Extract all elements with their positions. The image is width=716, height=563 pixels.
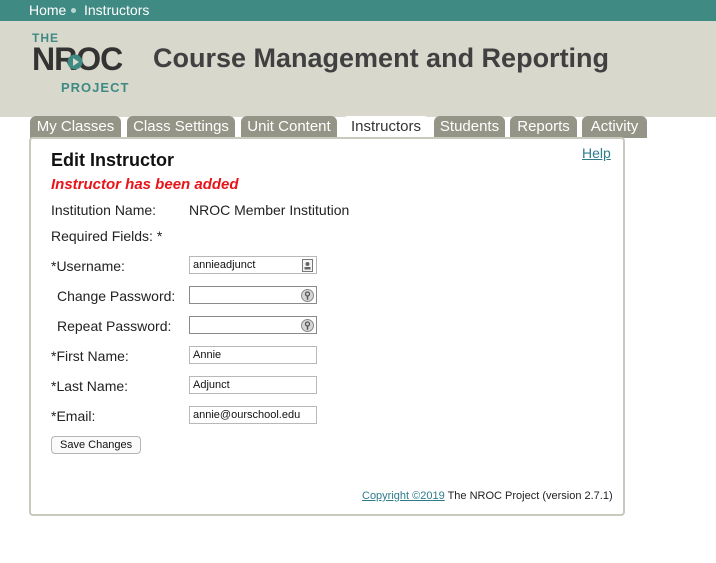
contact-card-icon[interactable] — [301, 259, 314, 272]
app-header: THE NROC PROJECT Course Management and R… — [0, 21, 716, 138]
email-label: *Email: — [51, 408, 96, 424]
repeat-password-label: Repeat Password: — [57, 318, 172, 334]
institution-label: Institution Name: — [51, 202, 157, 218]
nroc-logo[interactable]: THE NROC PROJECT — [32, 31, 132, 95]
last-name-input[interactable] — [189, 376, 317, 394]
change-password-label: Change Password: — [57, 288, 176, 304]
tab-my-classes[interactable]: My Classes — [30, 116, 121, 138]
help-link[interactable]: Help — [582, 145, 611, 161]
top-nav-bar: Home Instructors — [0, 0, 716, 21]
success-message: Instructor has been added — [51, 176, 239, 193]
first-name-input[interactable] — [189, 346, 317, 364]
required-fields-note: Required Fields: * — [51, 228, 163, 244]
breadcrumb-home[interactable]: Home — [29, 2, 66, 18]
page-title: Edit Instructor — [51, 150, 175, 170]
institution-value: NROC Member Institution — [189, 202, 350, 218]
breadcrumb-separator-icon — [71, 8, 76, 13]
logo-project-text: PROJECT — [61, 80, 130, 95]
copyright-link[interactable]: Copyright ©2019 — [362, 490, 445, 502]
last-name-label: *Last Name: — [51, 378, 129, 394]
app-title: Course Management and Reporting — [153, 43, 610, 73]
tab-instructors[interactable]: Instructors — [342, 116, 430, 138]
breadcrumb-current[interactable]: Instructors — [84, 2, 149, 18]
username-label: *Username: — [51, 258, 125, 274]
password-key-icon[interactable] — [301, 289, 314, 302]
tab-reports[interactable]: Reports — [510, 116, 577, 138]
username-input[interactable] — [189, 256, 317, 274]
tab-activity[interactable]: Activity — [582, 116, 647, 138]
repeat-password-input[interactable] — [189, 316, 317, 334]
password-key-icon[interactable] — [301, 319, 314, 332]
tab-students[interactable]: Students — [434, 116, 505, 138]
first-name-label: *First Name: — [51, 348, 129, 364]
footer-text: The NROC Project (version 2.7.1) — [444, 490, 613, 502]
save-changes-button[interactable]: Save Changes — [51, 436, 142, 454]
footer: Copyright ©2019 The NROC Project (versio… — [362, 490, 613, 502]
play-icon — [67, 54, 83, 70]
tab-unit-content[interactable]: Unit Content — [241, 116, 337, 138]
edit-instructor-panel: Help Edit Instructor Instructor has been… — [29, 137, 625, 516]
tab-class-settings[interactable]: Class Settings — [127, 116, 235, 138]
email-input[interactable] — [189, 406, 317, 424]
change-password-input[interactable] — [189, 286, 317, 304]
